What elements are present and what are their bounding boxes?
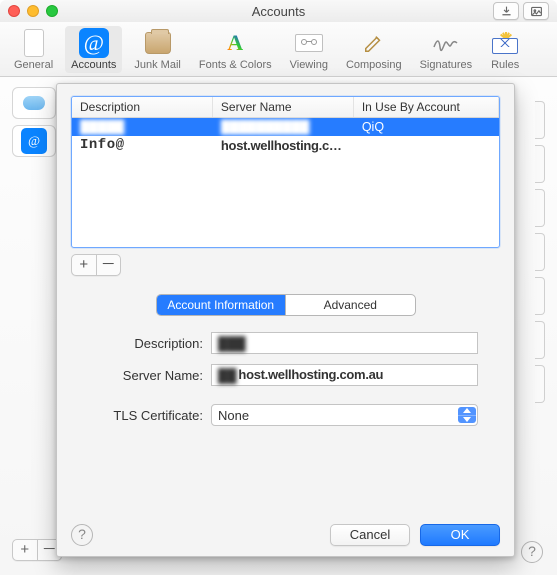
at-sign-icon: @ xyxy=(79,28,109,58)
tls-value: None xyxy=(218,408,249,423)
accounts-sidebar: @ xyxy=(12,87,60,561)
window-title: Accounts xyxy=(0,4,557,19)
fonts-icon: A xyxy=(227,30,243,56)
toolbar-viewing-label: Viewing xyxy=(290,59,328,71)
toolbar-junk[interactable]: Junk Mail xyxy=(128,26,186,73)
tab-advanced[interactable]: Advanced xyxy=(286,295,415,315)
right-tab-stubs xyxy=(535,101,545,533)
sidebar-item-icloud[interactable] xyxy=(12,87,56,119)
info-tabs: Account Information Advanced xyxy=(156,294,416,316)
tls-certificate-select[interactable]: None xyxy=(211,404,478,426)
smtp-server-sheet: Description Server Name In Use By Accoun… xyxy=(56,83,515,557)
rules-icon xyxy=(492,32,518,54)
select-stepper-icon xyxy=(458,407,476,423)
server-table[interactable]: Description Server Name In Use By Accoun… xyxy=(71,96,500,248)
toolbar-general[interactable]: General xyxy=(8,26,59,73)
sidebar-item-account[interactable]: @ xyxy=(12,125,56,157)
server-name-label: Server Name: xyxy=(93,368,211,383)
description-label: Description: xyxy=(93,336,211,351)
junk-icon xyxy=(145,32,171,54)
description-value: ███ xyxy=(218,336,246,351)
toolbar-accounts[interactable]: @ Accounts xyxy=(65,26,122,73)
viewing-icon xyxy=(295,34,323,52)
toolbar-rules-label: Rules xyxy=(491,59,519,71)
cancel-button[interactable]: Cancel xyxy=(330,524,410,546)
cell-server: host.wellhosting.com.au xyxy=(213,137,354,154)
at-sign-icon: @ xyxy=(21,128,47,154)
cell-server: ██████████ xyxy=(213,119,354,135)
table-plus-minus: + － xyxy=(71,254,121,276)
tab-account-information[interactable]: Account Information xyxy=(157,295,287,315)
col-in-use[interactable]: In Use By Account xyxy=(354,97,499,117)
cell-description: Info@ xyxy=(72,136,213,154)
add-server-button[interactable]: + xyxy=(72,255,97,275)
toolbar-viewing[interactable]: Viewing xyxy=(284,26,334,73)
description-input[interactable]: ███ xyxy=(211,332,478,354)
toolbar-junk-label: Junk Mail xyxy=(134,59,180,71)
cloud-icon xyxy=(23,96,45,110)
server-name-input[interactable]: ██host.wellhosting.com.au xyxy=(211,364,478,386)
server-name-redacted: ██ xyxy=(218,368,236,383)
toolbar-fonts[interactable]: A Fonts & Colors xyxy=(193,26,278,73)
tls-label: TLS Certificate: xyxy=(93,408,211,423)
table-header: Description Server Name In Use By Accoun… xyxy=(72,97,499,118)
sidebar-plus-minus: + － xyxy=(12,539,62,561)
composing-icon xyxy=(359,28,389,58)
sidebar-add-button[interactable]: + xyxy=(13,540,38,560)
cell-account xyxy=(354,144,499,146)
sheet-footer: ? Cancel OK xyxy=(71,514,500,546)
server-name-value: host.wellhosting.com.au xyxy=(238,367,383,382)
col-description[interactable]: Description xyxy=(72,97,213,117)
toolbar-signatures-label: Signatures xyxy=(420,59,473,71)
titlebar: Accounts xyxy=(0,0,557,22)
toolbar-signatures[interactable]: Signatures xyxy=(414,26,479,73)
cell-description: █████ xyxy=(72,119,213,135)
toolbar-accounts-label: Accounts xyxy=(71,59,116,71)
table-row[interactable]: Info@ host.wellhosting.com.au xyxy=(72,136,499,154)
sheet-help-button[interactable]: ? xyxy=(71,524,93,546)
general-icon xyxy=(24,29,44,57)
remove-server-button[interactable]: － xyxy=(97,255,121,275)
toolbar-composing-label: Composing xyxy=(346,59,402,71)
preferences-toolbar: General @ Accounts Junk Mail A Fonts & C… xyxy=(0,22,557,77)
signatures-icon xyxy=(431,28,461,58)
col-server-name[interactable]: Server Name xyxy=(213,97,354,117)
toolbar-composing[interactable]: Composing xyxy=(340,26,408,73)
account-info-form: Description: ███ Server Name: ██host.wel… xyxy=(71,328,500,436)
toolbar-general-label: General xyxy=(14,59,53,71)
ok-button[interactable]: OK xyxy=(420,524,500,546)
toolbar-fonts-label: Fonts & Colors xyxy=(199,59,272,71)
content-area: @ + － ? Description Server Name In Use B… xyxy=(0,77,557,575)
toolbar-rules[interactable]: Rules xyxy=(484,26,526,73)
table-row[interactable]: █████ ██████████ QiQ xyxy=(72,118,499,136)
window-help-button[interactable]: ? xyxy=(521,541,543,563)
cell-account: QiQ xyxy=(354,119,499,135)
